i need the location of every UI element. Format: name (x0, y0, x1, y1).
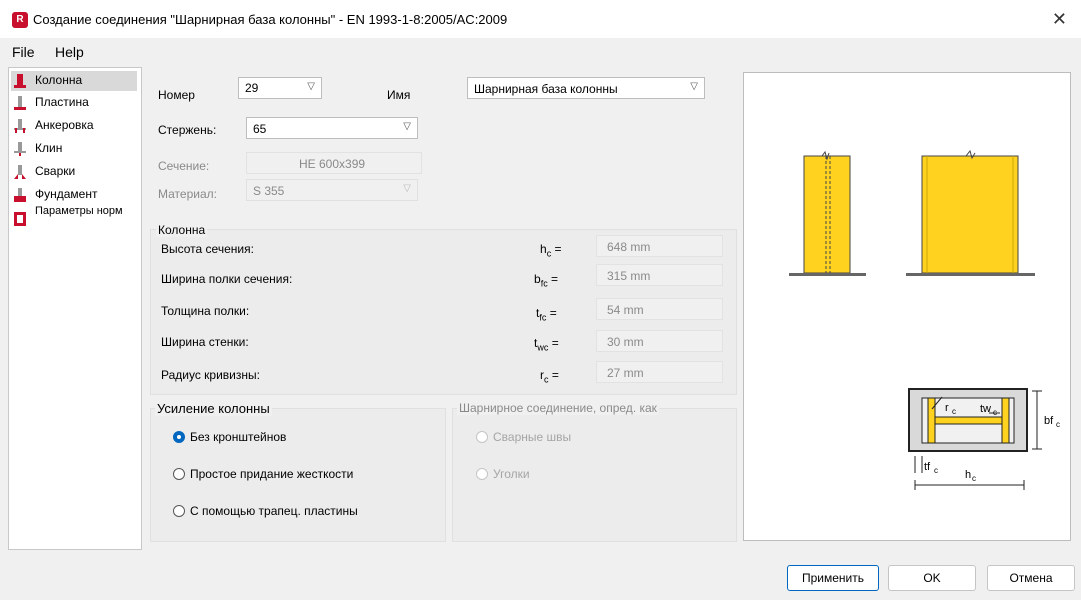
svg-text:c: c (972, 474, 976, 483)
row-symbol: bfc = (534, 272, 559, 289)
menu-bar: File Help (0, 38, 1081, 66)
material-select[interactable]: S 355 ▽ (246, 179, 418, 201)
svg-text:h: h (965, 469, 971, 481)
preview-panel: r c tw c bf c tf c h c (743, 72, 1071, 541)
number-value: 29 (245, 81, 259, 95)
sidebar-item-code-params[interactable]: Параметры норм (11, 206, 137, 228)
hinge-group-title: Шарнирное соединение, опред. как (457, 401, 659, 415)
chevron-down-icon: ▽ (690, 81, 698, 92)
section-value: HE 600x399 (299, 157, 366, 171)
row-symbol: hc = (540, 242, 562, 259)
svg-text:c: c (934, 466, 938, 475)
name-select[interactable]: Шарнирная база колонны ▽ (467, 77, 705, 99)
sidebar-item-wedge[interactable]: Клин (11, 139, 137, 159)
row-label: Ширина стенки: (161, 335, 249, 349)
number-select[interactable]: 29 ▽ (238, 77, 322, 99)
svg-text:tw: tw (980, 403, 991, 415)
row-label: Радиус кривизны: (161, 368, 260, 382)
svg-text:r: r (945, 402, 949, 414)
reinforcement-group-title: Усиление колонны (155, 401, 272, 416)
sidebar-item-label: Клин (35, 141, 63, 155)
weld-icon (14, 165, 26, 179)
row-label: Высота сечения: (161, 242, 254, 256)
sidebar-item-welds[interactable]: Сварки (11, 162, 137, 182)
radio-empty-icon (476, 468, 488, 480)
section-diagram-icon: r c tw c bf c tf c h c (908, 388, 1060, 490)
row-symbol: tfc = (536, 306, 557, 323)
foundation-icon (14, 188, 26, 202)
sidebar-item-label: Фундамент (35, 187, 98, 201)
close-icon[interactable]: ✕ (1052, 9, 1067, 30)
window-title: Создание соединения "Шарнирная база коло… (33, 12, 508, 27)
radio-selected-icon (173, 431, 185, 443)
row-value-field: 54 mm (596, 298, 723, 320)
code-params-icon (14, 212, 26, 226)
svg-text:c: c (952, 407, 956, 416)
row-label: Толщина полки: (161, 304, 250, 318)
bar-label: Стержень: (158, 123, 217, 137)
menu-file[interactable]: File (12, 44, 35, 60)
row-symbol: rc = (540, 368, 559, 385)
row-symbol: twc = (534, 336, 559, 353)
chevron-down-icon: ▽ (403, 121, 411, 132)
column-front-view-icon (906, 149, 1035, 276)
svg-text:c: c (1056, 420, 1060, 429)
column-icon (14, 74, 26, 88)
row-value-field: 648 mm (596, 235, 723, 257)
sidebar-item-plate[interactable]: Пластина (11, 93, 137, 113)
wedge-icon (14, 142, 26, 156)
sidebar-item-label: Анкеровка (35, 118, 94, 132)
row-value-field: 30 mm (596, 330, 723, 352)
svg-text:tf: tf (924, 461, 931, 473)
anchor-icon (14, 119, 26, 133)
svg-text:bf: bf (1044, 415, 1054, 427)
column-group-title: Колонна (156, 223, 208, 237)
app-logo-icon: R (12, 12, 28, 28)
radio-empty-icon (173, 505, 185, 517)
sidebar-item-foundation[interactable]: Фундамент (11, 185, 137, 205)
apply-button[interactable]: Применить (787, 565, 879, 591)
sidebar-item-column[interactable]: Колонна (11, 71, 137, 91)
cancel-button[interactable]: Отмена (987, 565, 1075, 591)
svg-text:c: c (993, 408, 997, 417)
sidebar-item-anchorage[interactable]: Анкеровка (11, 116, 137, 136)
ok-button[interactable]: OK (888, 565, 976, 591)
name-value: Шарнирная база колонны (474, 82, 618, 96)
chevron-down-icon: ▽ (403, 183, 411, 194)
sidebar-item-label: Колонна (35, 73, 83, 87)
number-label: Номер (158, 88, 195, 102)
material-label: Материал: (158, 187, 217, 201)
name-label: Имя (387, 88, 411, 102)
sidebar: Колонна Пластина Анкеровка Клин Сварки Ф… (8, 67, 142, 550)
radio-empty-icon (476, 431, 488, 443)
radio-empty-icon (173, 468, 185, 480)
column-side-view-icon (789, 150, 866, 276)
sidebar-item-label: Пластина (35, 95, 89, 109)
sidebar-item-label: Параметры норм (35, 206, 123, 217)
title-bar: R Создание соединения "Шарнирная база ко… (0, 0, 1081, 38)
row-value-field: 27 mm (596, 361, 723, 383)
section-field: HE 600x399 (246, 152, 422, 174)
sidebar-item-label: Сварки (35, 164, 76, 178)
column-drawing: r c tw c bf c tf c h c (789, 149, 1060, 490)
row-label: Ширина полки сечения: (161, 272, 293, 286)
bar-value: 65 (253, 122, 267, 136)
chevron-down-icon: ▽ (307, 81, 315, 92)
material-value: S 355 (253, 184, 285, 198)
menu-help[interactable]: Help (55, 44, 84, 60)
row-value-field: 315 mm (596, 264, 723, 286)
bar-select[interactable]: 65 ▽ (246, 117, 418, 139)
section-label: Сечение: (158, 159, 210, 173)
plate-icon (14, 96, 26, 110)
